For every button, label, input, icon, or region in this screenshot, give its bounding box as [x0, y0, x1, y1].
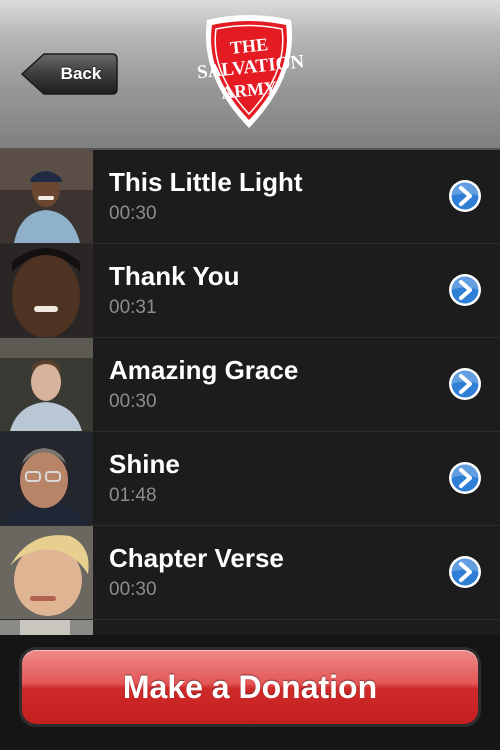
list-item[interactable]: This Little Light 00:30 [0, 150, 500, 244]
make-donation-label: Make a Donation [122, 669, 378, 705]
person-thumbnail-image [0, 432, 93, 525]
chevron-right-icon[interactable] [448, 461, 482, 495]
video-title: This Little Light [109, 167, 303, 197]
video-duration: 00:30 [109, 391, 157, 412]
person-thumbnail-image [0, 150, 93, 243]
list-item[interactable]: Shine 01:48 [0, 432, 500, 526]
person-thumbnail-image [0, 244, 93, 337]
list-item[interactable]: Chapter Verse 00:30 [0, 526, 500, 620]
video-duration: 00:30 [109, 579, 157, 600]
navigation-bar: Back THE SALVATION ARMY [0, 0, 500, 150]
video-duration: 01:48 [109, 485, 157, 506]
video-list: This Little Light 00:30 Thank You 00:31 [0, 150, 500, 635]
list-item[interactable] [0, 620, 500, 635]
video-thumbnail [0, 526, 93, 619]
person-thumbnail-image [0, 526, 93, 619]
video-thumbnail [0, 244, 93, 337]
video-title: Chapter Verse [109, 543, 284, 573]
chevron-right-icon[interactable] [448, 555, 482, 589]
list-item[interactable]: Thank You 00:31 [0, 244, 500, 338]
back-button[interactable]: Back [20, 52, 118, 96]
chevron-right-icon[interactable] [448, 367, 482, 401]
person-thumbnail-image [0, 338, 93, 431]
make-donation-button[interactable]: Make a Donation [22, 650, 478, 724]
video-thumbnail [0, 432, 93, 525]
footer-bar: Make a Donation [0, 635, 500, 750]
video-thumbnail [0, 150, 93, 243]
video-title: Thank You [109, 261, 240, 291]
video-duration: 00:31 [109, 297, 157, 318]
video-thumbnail [0, 338, 93, 431]
salvation-army-logo: THE SALVATION ARMY [196, 14, 305, 132]
video-title: Amazing Grace [109, 355, 299, 385]
video-thumbnail [0, 620, 93, 635]
video-title: Shine [109, 449, 180, 479]
list-item[interactable]: Amazing Grace 00:30 [0, 338, 500, 432]
back-button-label: Back [60, 64, 102, 83]
chevron-right-icon[interactable] [448, 273, 482, 307]
chevron-right-icon[interactable] [448, 179, 482, 213]
video-duration: 00:30 [109, 203, 157, 224]
